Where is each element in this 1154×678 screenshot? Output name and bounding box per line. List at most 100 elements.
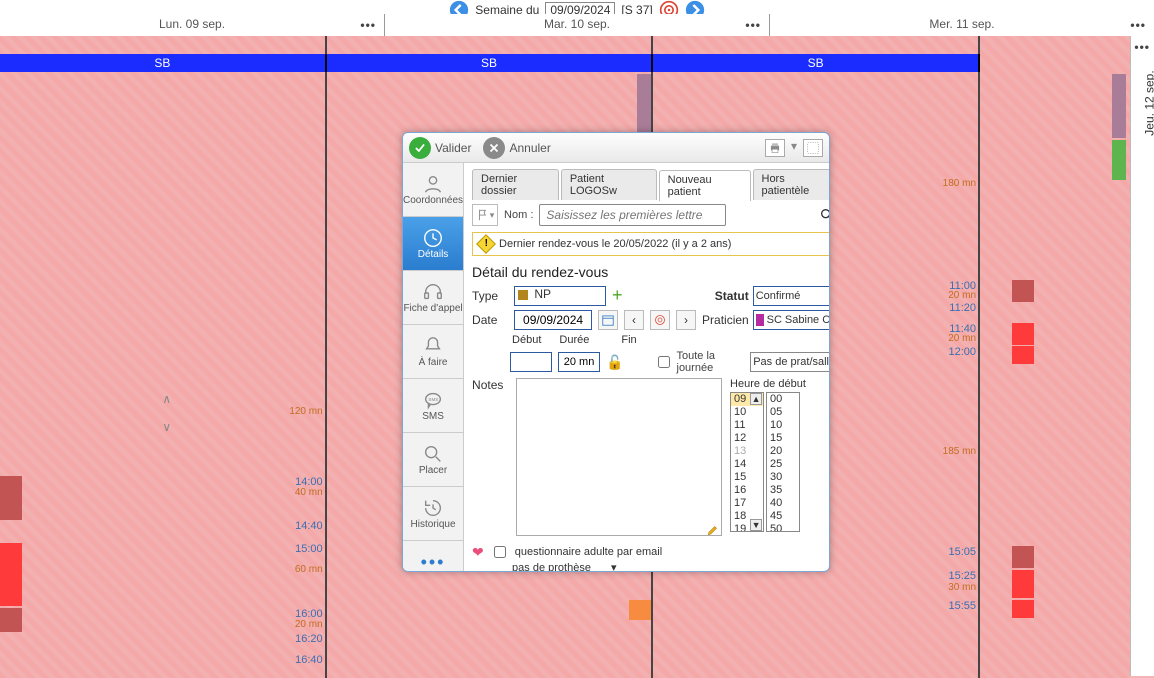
heure-label: Heure de début (730, 378, 806, 390)
day-menu-icon[interactable]: ••• (1134, 40, 1150, 54)
nav-coordonnees[interactable]: Coordonnées (403, 163, 463, 217)
event-block[interactable] (0, 476, 22, 520)
date-input[interactable] (514, 310, 592, 330)
list-item[interactable]: 15 (731, 471, 763, 484)
day-header[interactable]: Lun. 09 sep. ••• (0, 14, 385, 36)
tab-nouveau-patient[interactable]: Nouveau patient (659, 170, 751, 201)
sb-cell[interactable]: SB (0, 54, 327, 72)
event-block[interactable] (1012, 600, 1034, 618)
time-label: 16:40 (295, 654, 323, 666)
event-block[interactable] (629, 600, 651, 620)
list-item[interactable]: 40 (767, 497, 799, 510)
day-header[interactable]: Mer. 11 sep. ••• (770, 14, 1154, 36)
chevron-up-icon[interactable] (162, 392, 174, 404)
dialog-content: Dernier dossier Patient LOGOSw Nouveau p… (464, 163, 830, 571)
dropdown-caret-icon[interactable]: ▾ (791, 139, 797, 157)
day-menu-icon[interactable]: ••• (360, 18, 376, 32)
praticien-select[interactable]: SC Sabine Ch ▾ (753, 310, 830, 330)
cancel-button[interactable]: Annuler (483, 137, 550, 159)
list-item[interactable]: 12 (731, 432, 763, 445)
list-item[interactable]: 14 (731, 458, 763, 471)
nav-placer[interactable]: Placer (403, 433, 463, 487)
questionnaire-checkbox[interactable] (494, 546, 506, 558)
allday-checkbox[interactable] (658, 356, 670, 368)
tab-hors-patientele[interactable]: Hors patientèle (753, 169, 831, 200)
tab-patient-logosw[interactable]: Patient LOGOSw (561, 169, 657, 200)
search-icon[interactable] (819, 207, 830, 223)
chevron-down-icon[interactable] (162, 420, 174, 432)
event-block[interactable] (1112, 140, 1126, 180)
list-item[interactable]: 15 (767, 432, 799, 445)
list-item[interactable]: 10 (731, 406, 763, 419)
print-icon[interactable] (765, 139, 785, 157)
time-label: 12:00 (948, 346, 976, 358)
hour-list[interactable]: ▲ 09 10 11 12 13 14 15 16 17 18 19 (730, 392, 764, 532)
duration-note: 20 mn (295, 619, 323, 630)
nav-afaire[interactable]: À faire (403, 325, 463, 379)
list-item[interactable]: 30 (767, 471, 799, 484)
type-select[interactable]: NP ▾ (514, 286, 606, 306)
event-block[interactable] (1112, 74, 1126, 138)
event-block[interactable] (1012, 570, 1034, 598)
patient-search-input[interactable] (539, 204, 726, 226)
day-menu-icon[interactable]: ••• (745, 18, 761, 32)
dropdown-caret-icon[interactable]: ▾ (611, 561, 617, 572)
close-icon (483, 137, 505, 159)
debut-input[interactable] (510, 352, 552, 372)
event-block[interactable] (637, 74, 651, 138)
event-block[interactable] (1012, 546, 1034, 568)
event-block[interactable] (0, 543, 22, 606)
day-header[interactable]: Mar. 10 sep. ••• (385, 14, 770, 36)
nav-sms[interactable]: SMS SMS (403, 379, 463, 433)
list-item[interactable]: 45 (767, 510, 799, 523)
room-select[interactable]: Pas de prat/salle (750, 352, 830, 372)
list-item[interactable]: 20 (767, 445, 799, 458)
list-item[interactable]: 00 (767, 393, 799, 406)
validate-button[interactable]: Valider (409, 137, 471, 159)
nav-fiche-appel[interactable]: Fiche d'appel (403, 271, 463, 325)
flag-button[interactable]: ▾ (472, 204, 498, 226)
list-item[interactable]: 50 (767, 523, 799, 532)
list-item[interactable]: 10 (767, 419, 799, 432)
duree-input[interactable] (558, 352, 600, 372)
history-icon (422, 497, 444, 519)
nav-options[interactable]: ••• Options (403, 541, 463, 572)
minute-list[interactable]: 00 05 10 15 20 25 30 35 40 45 50 55 (766, 392, 800, 532)
heart-icon[interactable]: ❤ (472, 544, 484, 561)
type-swatch-icon (518, 290, 528, 300)
list-item[interactable]: 25 (767, 458, 799, 471)
calendar-picker-button[interactable] (598, 310, 618, 330)
tab-dernier-dossier[interactable]: Dernier dossier (472, 169, 559, 200)
edit-icon[interactable] (706, 523, 720, 537)
bell-icon (422, 335, 444, 357)
nav-historique[interactable]: Historique (403, 487, 463, 541)
add-type-button[interactable]: + (612, 288, 628, 304)
prothese-select[interactable]: pas de prothèse (512, 562, 591, 573)
list-item[interactable]: 17 (731, 497, 763, 510)
scroll-up-icon[interactable]: ▲ (750, 393, 762, 405)
today-button[interactable] (650, 310, 670, 330)
lock-icon[interactable]: 🔓 (606, 354, 623, 371)
collapsed-day-column[interactable]: ••• Jeu. 12 sep. (1130, 36, 1154, 676)
list-item[interactable]: 35 (767, 484, 799, 497)
appointment-dialog: Valider Annuler ▾ Coordonnées (402, 132, 830, 572)
sb-cell[interactable]: SB (653, 54, 980, 72)
next-date-button[interactable]: › (676, 310, 696, 330)
day-column-narrow[interactable] (980, 36, 1130, 678)
list-item[interactable]: 05 (767, 406, 799, 419)
event-block[interactable] (0, 608, 22, 632)
event-block[interactable] (1012, 323, 1034, 345)
day-menu-icon[interactable]: ••• (1130, 18, 1146, 32)
prev-date-button[interactable]: ‹ (624, 310, 644, 330)
event-block[interactable] (1012, 346, 1034, 364)
notes-textarea[interactable] (516, 378, 722, 536)
list-item[interactable]: 13 (731, 445, 763, 458)
nav-details[interactable]: Détails (403, 217, 463, 271)
list-item[interactable]: 11 (731, 419, 763, 432)
sb-cell[interactable]: SB (327, 54, 654, 72)
scroll-down-icon[interactable]: ▼ (750, 519, 762, 531)
event-block[interactable] (1012, 280, 1034, 302)
statut-select[interactable]: Confirmé ▾ (753, 286, 830, 306)
list-item[interactable]: 16 (731, 484, 763, 497)
layout-icon[interactable] (803, 139, 823, 157)
